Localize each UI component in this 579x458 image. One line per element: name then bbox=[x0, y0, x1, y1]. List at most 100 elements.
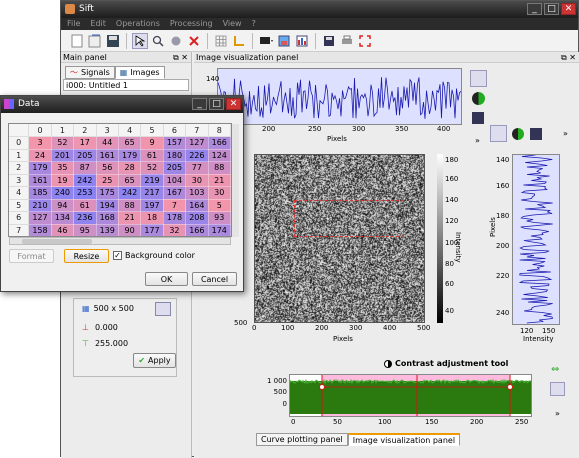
horizontal-cross-section-plot[interactable] bbox=[217, 68, 462, 125]
table-cell[interactable]: 21 bbox=[118, 211, 142, 225]
table-cell[interactable]: 139 bbox=[96, 224, 119, 236]
apply-button[interactable]: ✔ Apply bbox=[133, 353, 176, 368]
table-cell[interactable]: 157 bbox=[163, 136, 187, 150]
table-cell[interactable]: 177 bbox=[140, 224, 164, 236]
maximize-button[interactable]: □ bbox=[544, 3, 559, 15]
dialog-close-button[interactable]: ✕ bbox=[226, 98, 241, 110]
dialog-maximize-button[interactable]: □ bbox=[209, 98, 224, 110]
expand-contrast-icon[interactable]: » bbox=[555, 409, 560, 418]
table-cell[interactable]: 94 bbox=[51, 199, 75, 212]
roi-rectangle[interactable] bbox=[294, 200, 404, 237]
table-cell[interactable]: 236 bbox=[73, 211, 97, 225]
zoom-icon[interactable] bbox=[150, 33, 166, 49]
table-cell[interactable]: 208 bbox=[185, 211, 209, 225]
menu-processing[interactable]: Processing bbox=[170, 19, 213, 30]
table-cell[interactable]: 88 bbox=[208, 161, 231, 175]
table-cell[interactable]: 9 bbox=[140, 136, 164, 150]
table-cell[interactable]: 7 bbox=[163, 199, 187, 212]
table-cell[interactable]: 242 bbox=[73, 174, 97, 187]
horizontal-scrollbar[interactable] bbox=[9, 237, 231, 245]
contrast-icon[interactable] bbox=[472, 92, 485, 105]
table-cell[interactable]: 178 bbox=[163, 211, 187, 225]
table-cell[interactable]: 179 bbox=[28, 161, 52, 175]
image-settings-icon[interactable] bbox=[276, 33, 292, 49]
circle-tool-icon[interactable] bbox=[168, 33, 184, 49]
table-cell[interactable]: 166 bbox=[208, 136, 231, 150]
tab-image-visualization[interactable]: Image visualization panel bbox=[347, 433, 461, 446]
menu-view[interactable]: View bbox=[223, 19, 242, 30]
table-cell[interactable]: 46 bbox=[51, 224, 75, 236]
table-cell[interactable]: 52 bbox=[140, 161, 164, 175]
fullscreen-icon[interactable] bbox=[357, 33, 373, 49]
table-cell[interactable]: 30 bbox=[185, 174, 209, 187]
table-cell[interactable]: 87 bbox=[73, 161, 97, 175]
histogram-settings-icon[interactable] bbox=[550, 382, 565, 396]
table-cell[interactable]: 226 bbox=[185, 149, 209, 162]
table-cell[interactable]: 65 bbox=[118, 174, 142, 187]
table-cell[interactable]: 164 bbox=[185, 199, 209, 212]
print-icon[interactable] bbox=[339, 33, 355, 49]
table-cell[interactable]: 61 bbox=[73, 199, 97, 212]
minimize-button[interactable]: _ bbox=[527, 3, 542, 15]
format-button[interactable]: Format bbox=[9, 249, 54, 263]
table-cell[interactable]: 127 bbox=[28, 211, 52, 225]
table-cell[interactable]: 88 bbox=[118, 199, 142, 212]
table-cell[interactable]: 61 bbox=[140, 149, 164, 162]
save-cross-section-icon[interactable] bbox=[472, 112, 484, 124]
table-cell[interactable]: 28 bbox=[118, 161, 142, 175]
side-cross-section-button[interactable] bbox=[490, 125, 507, 142]
side-contrast-icon[interactable] bbox=[512, 128, 524, 140]
table-cell[interactable]: 77 bbox=[185, 161, 209, 175]
open-file-icon[interactable] bbox=[87, 33, 103, 49]
table-cell[interactable]: 167 bbox=[163, 186, 187, 200]
delete-icon[interactable] bbox=[186, 33, 202, 49]
table-cell[interactable]: 168 bbox=[96, 211, 119, 225]
table-cell[interactable]: 124 bbox=[208, 149, 231, 162]
menu-help[interactable]: ? bbox=[252, 19, 256, 30]
table-cell[interactable]: 180 bbox=[163, 149, 187, 162]
save-image-icon[interactable] bbox=[321, 33, 337, 49]
table-cell[interactable]: 205 bbox=[163, 161, 187, 175]
close-button[interactable]: ✕ bbox=[561, 3, 576, 15]
side-save-icon[interactable] bbox=[530, 128, 542, 140]
expand-side-icon[interactable]: » bbox=[563, 129, 568, 138]
axes-icon[interactable] bbox=[231, 33, 247, 49]
auto-adjust-icon[interactable]: ⇔ bbox=[551, 365, 565, 375]
resize-image-button[interactable] bbox=[155, 302, 171, 316]
table-cell[interactable]: 217 bbox=[140, 186, 164, 200]
table-cell[interactable]: 240 bbox=[51, 186, 75, 200]
vertical-scrollbar[interactable] bbox=[232, 124, 239, 237]
table-cell[interactable]: 242 bbox=[118, 186, 142, 200]
vertical-cross-section-plot[interactable] bbox=[512, 154, 560, 325]
table-cell[interactable]: 104 bbox=[163, 174, 187, 187]
histogram-plot[interactable] bbox=[289, 374, 532, 417]
table-cell[interactable]: 175 bbox=[96, 186, 119, 200]
menu-operations[interactable]: Operations bbox=[116, 19, 160, 30]
table-cell[interactable]: 21 bbox=[208, 174, 231, 187]
table-cell[interactable]: 95 bbox=[73, 224, 97, 236]
menu-file[interactable]: File bbox=[67, 19, 80, 30]
background-color-checkbox[interactable]: ✓ bbox=[113, 251, 122, 260]
table-cell[interactable]: 90 bbox=[118, 224, 142, 236]
table-cell[interactable]: 174 bbox=[208, 224, 231, 236]
table-cell[interactable]: 17 bbox=[73, 136, 97, 150]
tab-signals[interactable]: 〜 Signals bbox=[65, 66, 115, 79]
resize-button[interactable]: Resize bbox=[64, 249, 109, 263]
table-cell[interactable]: 30 bbox=[208, 186, 231, 200]
table-cell[interactable]: 103 bbox=[185, 186, 209, 200]
expand-top-icon[interactable]: » bbox=[475, 136, 480, 145]
table-cell[interactable]: 219 bbox=[140, 174, 164, 187]
table-cell[interactable]: 161 bbox=[96, 149, 119, 162]
menu-edit[interactable]: Edit bbox=[90, 19, 106, 30]
dialog-minimize-button[interactable]: _ bbox=[192, 98, 207, 110]
grid-icon[interactable] bbox=[213, 33, 229, 49]
table-cell[interactable]: 253 bbox=[73, 186, 97, 200]
table-cell[interactable]: 201 bbox=[51, 149, 75, 162]
colormap-icon[interactable] bbox=[258, 33, 274, 49]
table-cell[interactable]: 19 bbox=[51, 174, 75, 187]
table-cell[interactable]: 3 bbox=[28, 136, 52, 150]
table-cell[interactable]: 210 bbox=[28, 199, 52, 212]
noise-image[interactable] bbox=[254, 154, 425, 323]
cross-section-button[interactable] bbox=[470, 70, 487, 87]
pointer-icon[interactable] bbox=[132, 32, 148, 49]
